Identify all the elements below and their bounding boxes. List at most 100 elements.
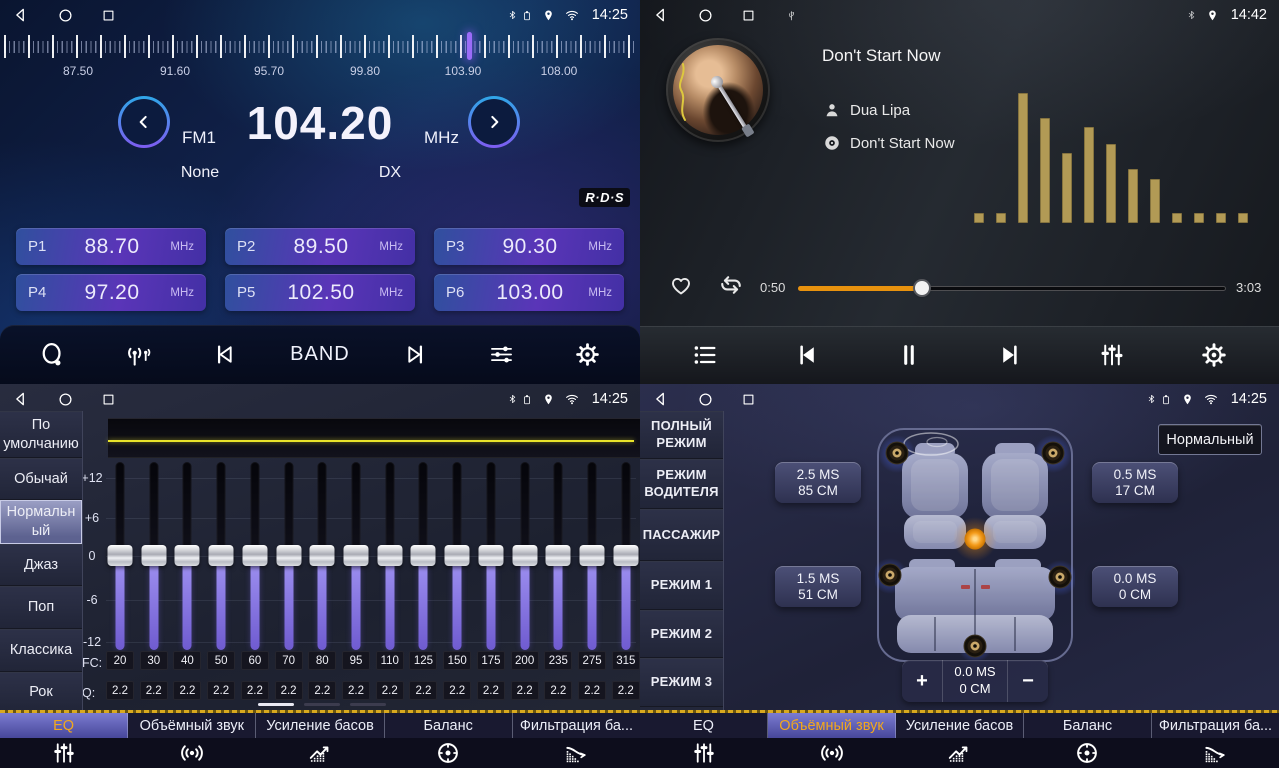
repeat-button[interactable] bbox=[717, 271, 745, 299]
eq-preset-item-4[interactable]: Поп bbox=[0, 586, 82, 629]
preset-button-p6[interactable]: P6103.00MHz bbox=[434, 274, 624, 311]
eq-preset-item-1[interactable]: Обычай bbox=[0, 458, 82, 500]
tab-surround-label[interactable]: Объёмный звук bbox=[128, 713, 256, 738]
preset-button-p1[interactable]: P188.70MHz bbox=[16, 228, 206, 265]
pause-button[interactable] bbox=[889, 341, 929, 369]
nav-back-button[interactable] bbox=[652, 390, 670, 408]
next-station-button[interactable] bbox=[396, 341, 436, 368]
tab-eq-label[interactable]: EQ bbox=[0, 713, 128, 738]
delay-button-rear-right[interactable]: 0.0 MS0 CM bbox=[1092, 566, 1178, 607]
eq-preset-item-3[interactable]: Джаз bbox=[0, 544, 82, 586]
tab-bass-boost-label[interactable]: Усиление басов bbox=[256, 713, 384, 738]
slider-thumb[interactable] bbox=[141, 545, 166, 566]
prev-track-button[interactable] bbox=[787, 341, 827, 369]
delay-button-rear-left[interactable]: 1.5 MS51 CM bbox=[775, 566, 861, 607]
mode-item-2[interactable]: ПАССАЖИР bbox=[640, 509, 723, 561]
equalizer-button[interactable] bbox=[1092, 341, 1132, 369]
seek-up-button[interactable] bbox=[468, 96, 520, 148]
tab-balance-label[interactable]: Баланс bbox=[1024, 713, 1152, 738]
band-button[interactable]: BAND bbox=[290, 343, 350, 366]
slider-thumb[interactable] bbox=[276, 545, 301, 566]
eq-band-slider-0[interactable] bbox=[106, 462, 134, 650]
slider-thumb[interactable] bbox=[310, 545, 335, 566]
frequency-ruler[interactable]: 87.5091.6095.7099.80103.90108.00 bbox=[0, 30, 640, 82]
preset-button-p2[interactable]: P289.50MHz bbox=[225, 228, 415, 265]
speaker-rear-right[interactable] bbox=[1049, 566, 1071, 588]
nav-back-button[interactable] bbox=[652, 6, 670, 24]
tab-surround-label[interactable]: Объёмный звук bbox=[768, 713, 896, 738]
nav-recents-button[interactable] bbox=[101, 392, 116, 407]
slider-thumb[interactable] bbox=[445, 545, 470, 566]
eq-band-slider-14[interactable] bbox=[578, 462, 606, 650]
slider-thumb[interactable] bbox=[175, 545, 200, 566]
eq-band-slider-2[interactable] bbox=[173, 462, 201, 650]
favorite-button[interactable] bbox=[668, 272, 694, 298]
settings-button[interactable] bbox=[567, 341, 607, 368]
nav-back-button[interactable] bbox=[12, 6, 30, 24]
eq-band-slider-10[interactable] bbox=[443, 462, 471, 650]
eq-band-slider-15[interactable] bbox=[612, 462, 640, 650]
eq-preset-item-0[interactable]: По умолчанию bbox=[0, 411, 82, 458]
slider-thumb[interactable] bbox=[209, 545, 234, 566]
slider-thumb[interactable] bbox=[613, 545, 638, 566]
slider-thumb[interactable] bbox=[512, 545, 537, 566]
tab-balance[interactable] bbox=[384, 740, 512, 766]
scan-button[interactable] bbox=[33, 341, 73, 368]
tab-filter[interactable] bbox=[512, 740, 640, 766]
eq-band-slider-8[interactable] bbox=[376, 462, 404, 650]
speaker-rear-left[interactable] bbox=[879, 564, 901, 586]
slider-thumb[interactable] bbox=[546, 545, 571, 566]
mode-item-3[interactable]: РЕЖИМ 1 bbox=[640, 561, 723, 610]
broadcast-button[interactable] bbox=[119, 341, 159, 368]
settings-button[interactable] bbox=[1194, 341, 1234, 369]
speaker-front-left[interactable] bbox=[886, 442, 908, 464]
delay-button-front-left[interactable]: 2.5 MS85 CM bbox=[775, 462, 861, 503]
speaker-front-right[interactable] bbox=[1042, 442, 1064, 464]
slider-thumb[interactable] bbox=[580, 545, 605, 566]
tab-bass-boost[interactable] bbox=[256, 740, 384, 766]
slider-thumb[interactable] bbox=[478, 545, 503, 566]
prev-station-button[interactable] bbox=[204, 341, 244, 368]
tab-eq[interactable] bbox=[0, 740, 128, 766]
eq-band-slider-11[interactable] bbox=[477, 462, 505, 650]
slider-thumb[interactable] bbox=[377, 545, 402, 566]
eq-preset-item-5[interactable]: Классика bbox=[0, 629, 82, 672]
tab-eq[interactable] bbox=[640, 740, 768, 766]
tab-surround[interactable] bbox=[768, 740, 896, 766]
progress-knob[interactable] bbox=[915, 281, 929, 295]
preset-button-p4[interactable]: P497.20MHz bbox=[16, 274, 206, 311]
mode-item-4[interactable]: РЕЖИМ 2 bbox=[640, 610, 723, 658]
soundfield-preset-button[interactable]: Нормальный bbox=[1158, 424, 1262, 455]
nav-recents-button[interactable] bbox=[741, 392, 756, 407]
preset-button-p3[interactable]: P390.30MHz bbox=[434, 228, 624, 265]
tab-balance-label[interactable]: Баланс bbox=[385, 713, 513, 738]
eq-band-slider-13[interactable] bbox=[544, 462, 572, 650]
tab-bass-boost-label[interactable]: Усиление басов bbox=[896, 713, 1024, 738]
eq-band-slider-3[interactable] bbox=[207, 462, 235, 650]
mode-item-5[interactable]: РЕЖИМ 3 bbox=[640, 658, 723, 707]
nav-recents-button[interactable] bbox=[741, 8, 756, 23]
slider-thumb[interactable] bbox=[411, 545, 436, 566]
slider-thumb[interactable] bbox=[108, 545, 133, 566]
nav-home-button[interactable] bbox=[697, 7, 714, 24]
tab-eq-label[interactable]: EQ bbox=[640, 713, 768, 738]
nav-home-button[interactable] bbox=[57, 7, 74, 24]
eq-band-slider-1[interactable] bbox=[140, 462, 168, 650]
mode-item-1[interactable]: РЕЖИМ ВОДИТЕЛЯ bbox=[640, 459, 723, 509]
tab-balance[interactable] bbox=[1023, 740, 1151, 766]
delay-button-front-right[interactable]: 0.5 MS17 CM bbox=[1092, 462, 1178, 503]
eq-band-slider-9[interactable] bbox=[409, 462, 437, 650]
eq-band-slider-6[interactable] bbox=[308, 462, 336, 650]
mode-item-0[interactable]: ПОЛНЫЙ РЕЖИМ bbox=[640, 411, 723, 459]
tune-button[interactable] bbox=[481, 341, 521, 368]
listening-position-ball[interactable] bbox=[965, 529, 986, 550]
nav-back-button[interactable] bbox=[12, 390, 30, 408]
nav-recents-button[interactable] bbox=[101, 8, 116, 23]
tab-bass-boost[interactable] bbox=[896, 740, 1024, 766]
playlist-button[interactable] bbox=[685, 341, 725, 369]
slider-thumb[interactable] bbox=[344, 545, 369, 566]
eq-band-slider-5[interactable] bbox=[275, 462, 303, 650]
next-track-button[interactable] bbox=[990, 341, 1030, 369]
tab-filter-label[interactable]: Фильтрация ба... bbox=[1152, 713, 1279, 738]
eq-band-slider-4[interactable] bbox=[241, 462, 269, 650]
